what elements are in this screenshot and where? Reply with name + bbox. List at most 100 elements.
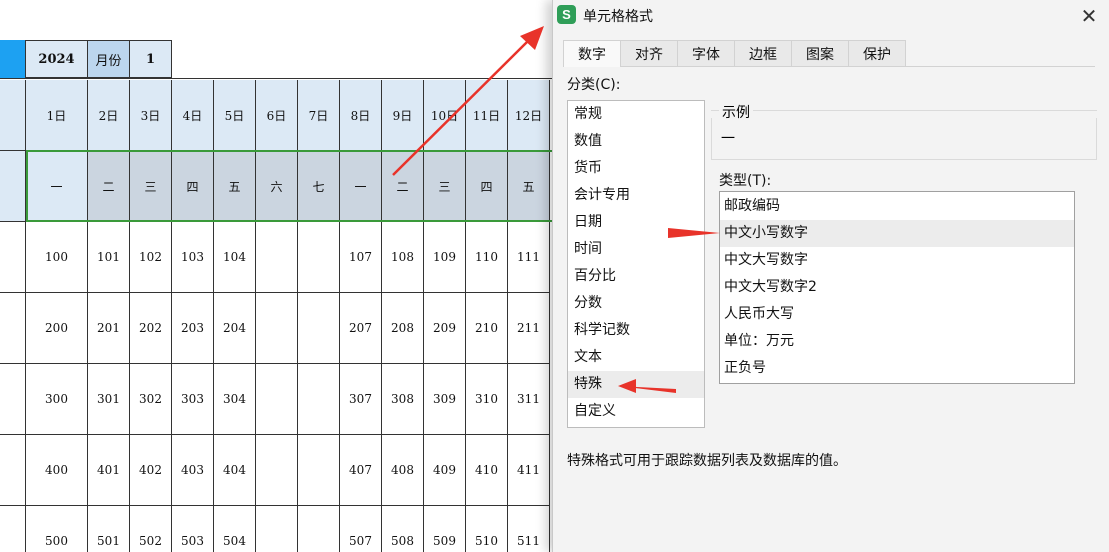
data-cell[interactable]: 100 [26, 222, 88, 293]
data-cell[interactable]: 310 [466, 364, 508, 435]
close-icon[interactable]: ✕ [1077, 4, 1101, 28]
category-list[interactable]: 常规 数值 货币 会计专用 日期 时间 百分比 分数 科学记数 文本 特殊 自定义 [567, 100, 705, 428]
weekday-cell[interactable]: 一 [340, 151, 382, 222]
day-header-cell[interactable]: 9日 [382, 80, 424, 151]
weekday-cell[interactable]: 六 [256, 151, 298, 222]
data-cell[interactable]: 302 [130, 364, 172, 435]
tab-2[interactable]: 字体 [677, 40, 735, 66]
day-header-cell[interactable]: 6日 [256, 80, 298, 151]
data-cell[interactable]: 200 [26, 293, 88, 364]
data-cell[interactable]: 210 [466, 293, 508, 364]
weekday-cell[interactable]: 三 [130, 151, 172, 222]
data-cell[interactable]: 201 [88, 293, 130, 364]
data-cell[interactable]: 502 [130, 506, 172, 552]
data-cell[interactable]: 311 [508, 364, 550, 435]
data-cell[interactable]: 109 [424, 222, 466, 293]
data-cell[interactable]: 507 [340, 506, 382, 552]
row-label-cell[interactable] [0, 506, 26, 552]
weekday-cell[interactable]: 二 [88, 151, 130, 222]
category-item[interactable]: 科学记数 [568, 317, 704, 344]
category-item[interactable]: 日期 [568, 209, 704, 236]
row-label-cell[interactable] [0, 222, 26, 293]
data-cell[interactable]: 208 [382, 293, 424, 364]
data-cell[interactable]: 104 [214, 222, 256, 293]
row-label-cell[interactable] [0, 435, 26, 506]
type-list[interactable]: 邮政编码 中文小写数字 中文大写数字 中文大写数字2 人民币大写 单位：万元 正负号 [719, 191, 1075, 384]
row-label-cell[interactable] [0, 80, 26, 151]
data-cell[interactable] [256, 435, 298, 506]
data-cell[interactable]: 510 [466, 506, 508, 552]
type-item[interactable]: 单位：万元 [720, 328, 1074, 355]
data-cell[interactable]: 401 [88, 435, 130, 506]
category-item[interactable]: 货币 [568, 155, 704, 182]
data-cell[interactable]: 307 [340, 364, 382, 435]
month-value-cell[interactable]: 1 [129, 40, 172, 78]
category-item[interactable]: 分数 [568, 290, 704, 317]
blue-fill-cell[interactable] [0, 40, 25, 78]
day-header-cell[interactable]: 4日 [172, 80, 214, 151]
data-cell[interactable]: 402 [130, 435, 172, 506]
type-item[interactable]: 邮政编码 [720, 193, 1074, 220]
day-header-cell[interactable]: 11日 [466, 80, 508, 151]
data-cell[interactable] [256, 222, 298, 293]
data-cell[interactable]: 508 [382, 506, 424, 552]
data-cell[interactable] [256, 364, 298, 435]
data-cell[interactable] [298, 293, 340, 364]
data-cell[interactable] [298, 435, 340, 506]
data-cell[interactable]: 408 [382, 435, 424, 506]
type-item[interactable]: 人民币大写 [720, 301, 1074, 328]
day-header-cell[interactable]: 10日 [424, 80, 466, 151]
category-item[interactable]: 特殊 [568, 371, 704, 398]
type-item[interactable]: 正负号 [720, 355, 1074, 382]
day-header-cell[interactable]: 7日 [298, 80, 340, 151]
year-cell[interactable]: 2024 [25, 40, 88, 78]
category-item[interactable]: 会计专用 [568, 182, 704, 209]
data-cell[interactable]: 202 [130, 293, 172, 364]
weekday-cell[interactable]: 七 [298, 151, 340, 222]
data-cell[interactable]: 511 [508, 506, 550, 552]
weekday-cell[interactable]: 五 [214, 151, 256, 222]
type-item[interactable]: 中文小写数字 [720, 220, 1074, 247]
row-label-cell[interactable] [0, 293, 26, 364]
data-cell[interactable]: 403 [172, 435, 214, 506]
data-cell[interactable]: 103 [172, 222, 214, 293]
month-label-cell[interactable]: 月份 [87, 40, 130, 78]
data-cell[interactable]: 509 [424, 506, 466, 552]
data-cell[interactable] [256, 506, 298, 552]
data-cell[interactable]: 211 [508, 293, 550, 364]
category-item[interactable]: 时间 [568, 236, 704, 263]
data-cell[interactable]: 300 [26, 364, 88, 435]
weekday-cell[interactable]: 二 [382, 151, 424, 222]
data-cell[interactable]: 410 [466, 435, 508, 506]
row-label-cell[interactable] [0, 151, 26, 222]
data-cell[interactable]: 303 [172, 364, 214, 435]
tab-5[interactable]: 保护 [848, 40, 906, 66]
category-item[interactable]: 数值 [568, 128, 704, 155]
day-header-cell[interactable]: 12日 [508, 80, 550, 151]
data-cell[interactable] [298, 364, 340, 435]
dialog-title-bar[interactable]: S 单元格格式 ✕ [553, 0, 1109, 32]
category-item[interactable]: 文本 [568, 344, 704, 371]
category-item[interactable]: 常规 [568, 101, 704, 128]
day-header-cell[interactable]: 3日 [130, 80, 172, 151]
spreadsheet[interactable]: 2024 月份 1 1日 2日 3日 4日 5日 6日 7日 8日 9日 10日 11日 12日一二三… [0, 0, 552, 552]
data-cell[interactable] [298, 222, 340, 293]
tab-4[interactable]: 图案 [791, 40, 849, 66]
day-header-cell[interactable]: 8日 [340, 80, 382, 151]
data-cell[interactable]: 111 [508, 222, 550, 293]
data-cell[interactable]: 110 [466, 222, 508, 293]
day-header-cell[interactable]: 5日 [214, 80, 256, 151]
data-cell[interactable]: 309 [424, 364, 466, 435]
day-header-cell[interactable]: 2日 [88, 80, 130, 151]
weekday-cell[interactable]: 三 [424, 151, 466, 222]
category-item[interactable]: 百分比 [568, 263, 704, 290]
row-label-cell[interactable] [0, 364, 26, 435]
data-cell[interactable]: 308 [382, 364, 424, 435]
tab-1[interactable]: 对齐 [620, 40, 678, 66]
data-cell[interactable]: 500 [26, 506, 88, 552]
data-cell[interactable]: 501 [88, 506, 130, 552]
weekday-cell[interactable]: 四 [172, 151, 214, 222]
tab-0[interactable]: 数字 [563, 40, 621, 67]
data-cell[interactable]: 101 [88, 222, 130, 293]
weekday-cell[interactable]: 一 [26, 151, 88, 222]
